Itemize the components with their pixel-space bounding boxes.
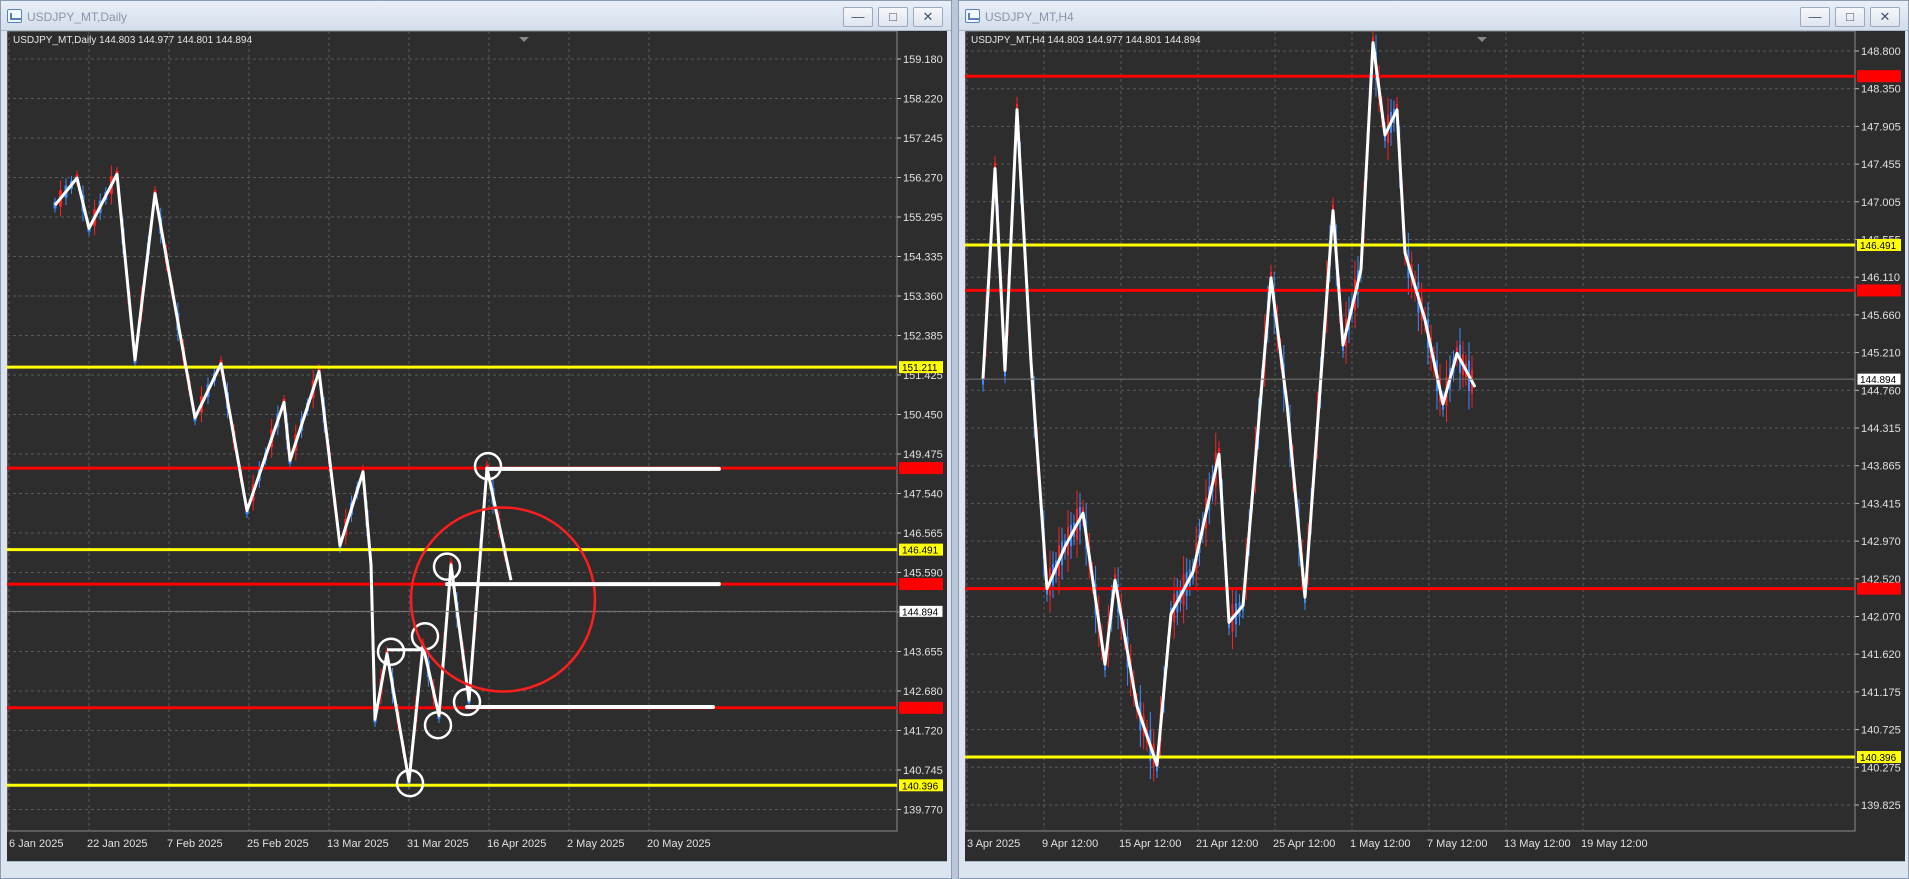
chart-window-h4[interactable]: USDJPY_MT,H4 — □ ✕ 148.800 148.350 147.905… [958, 0, 1909, 879]
price-tick-label: 147.455 [1861, 159, 1901, 171]
titlebar[interactable]: USDJPY_MT,Daily — □ ✕ [1, 1, 951, 31]
time-tick-label: 31 Mar 2025 [407, 838, 469, 850]
level-price-label: 146.491 [902, 546, 939, 557]
price-tick-label: 145.660 [1861, 310, 1901, 322]
time-tick-label: 20 May 2025 [647, 838, 711, 850]
price-tick-label: 143.415 [1861, 498, 1901, 510]
price-tick-label: 156.270 [903, 173, 943, 185]
time-tick-label: 13 Mar 2025 [327, 838, 389, 850]
time-tick-label: 21 Apr 12:00 [1196, 838, 1258, 850]
price-tick-label: 144.315 [1861, 423, 1901, 435]
price-tick-label: 145.590 [903, 568, 943, 580]
time-tick-label: 25 Feb 2025 [247, 838, 309, 850]
chart-canvas[interactable]: 148.800148.350147.905147.455147.005146.5… [965, 31, 1905, 861]
close-button[interactable]: ✕ [913, 7, 943, 27]
chart-canvas[interactable]: 159.180 158.220 157.245 156.270 155.295 154.3… [7, 31, 947, 861]
price-tick-label: 154.335 [903, 252, 943, 264]
symbol-info: USDJPY_MT,H4 144.803 144.977 144.801 144… [971, 35, 1201, 46]
window-title: USDJPY_MT,H4 [985, 10, 1074, 24]
time-tick-label: 25 Apr 12:00 [1273, 838, 1335, 850]
plot-area [965, 31, 1856, 832]
price-tick-label: 145.210 [1861, 348, 1901, 360]
time-tick-label: 7 May 12:00 [1427, 838, 1488, 850]
chart-scrollbar[interactable] [965, 861, 1905, 876]
current-price-label: 144.894 [902, 607, 939, 618]
level-price-label: 140.396 [902, 781, 939, 792]
level-price-label: 146.491 [1860, 241, 1897, 252]
price-tick-label: 142.970 [1861, 536, 1901, 548]
price-tick-label: 148.800 [1861, 46, 1901, 58]
chart-window-icon [965, 9, 980, 23]
time-tick-label: 2 May 2025 [567, 838, 624, 850]
minimize-button[interactable]: — [843, 7, 873, 27]
price-tick-label: 146.110 [1861, 272, 1900, 284]
plot-area [7, 31, 898, 832]
price-chart[interactable]: 159.180 158.220 157.245 156.270 155.295 154.3… [7, 31, 947, 861]
level-price-tag [1857, 284, 1901, 297]
price-tick-label: 141.175 [1861, 687, 1901, 699]
price-tick-label: 159.180 [903, 54, 943, 66]
price-tick-label: 148.350 [1861, 84, 1901, 96]
price-tick-label: 150.450 [903, 410, 943, 422]
price-tick-label: 152.385 [903, 331, 943, 343]
price-tick-label: 139.825 [1861, 800, 1901, 812]
price-tick-label: 143.865 [1861, 461, 1901, 473]
price-tick-label: 143.655 [903, 647, 943, 659]
time-tick-label: 13 May 12:00 [1504, 838, 1571, 850]
level-price-tag [899, 578, 943, 591]
close-button[interactable]: ✕ [1870, 7, 1900, 27]
time-tick-label: 6 Jan 2025 [9, 838, 63, 850]
level-price-tag [1857, 70, 1901, 83]
price-tick-label: 155.295 [903, 212, 943, 224]
level-price-tag [899, 462, 943, 475]
chart-scrollbar[interactable] [7, 861, 947, 876]
time-tick-label: 3 Apr 2025 [967, 838, 1020, 850]
price-tick-label: 157.245 [903, 133, 943, 145]
level-price-tag [1857, 582, 1901, 595]
price-tick-label: 149.475 [903, 449, 943, 461]
price-tick-label: 144.760 [1861, 385, 1901, 397]
price-tick-label: 142.680 [903, 686, 943, 698]
maximize-button[interactable]: □ [878, 7, 908, 27]
price-tick-label: 140.745 [903, 765, 943, 777]
time-tick-label: 9 Apr 12:00 [1042, 838, 1098, 850]
chart-window-icon [7, 9, 22, 23]
current-price-label: 144.894 [1860, 375, 1897, 386]
price-tick-label: 140.725 [1861, 725, 1901, 737]
price-tick-label: 140.275 [1861, 762, 1901, 774]
symbol-info: USDJPY_MT,Daily 144.803 144.977 144.801 … [13, 35, 253, 46]
price-tick-label: 141.720 [903, 726, 943, 738]
price-tick-label: 147.005 [1861, 197, 1901, 209]
price-tick-label: 153.360 [903, 291, 943, 303]
level-price-label: 140.396 [1860, 753, 1897, 764]
level-price-label: 151.211 [902, 363, 938, 374]
price-tick-label: 158.220 [903, 94, 943, 106]
time-tick-label: 16 Apr 2025 [487, 838, 546, 850]
time-tick-label: 7 Feb 2025 [167, 838, 223, 850]
minimize-button[interactable]: — [1800, 7, 1830, 27]
price-tick-label: 147.540 [903, 489, 943, 501]
price-tick-label: 147.905 [1861, 121, 1901, 133]
time-tick-label: 15 Apr 12:00 [1119, 838, 1181, 850]
time-tick-label: 22 Jan 2025 [87, 838, 148, 850]
price-tick-label: 141.620 [1861, 649, 1901, 661]
maximize-button[interactable]: □ [1835, 7, 1865, 27]
level-price-tag [899, 701, 943, 714]
chart-window-daily[interactable]: USDJPY_MT,Daily — □ ✕ 159.180 158.220 157.… [0, 0, 952, 879]
price-tick-label: 142.070 [1861, 612, 1901, 624]
price-tick-label: 139.770 [903, 805, 943, 817]
price-tick-label: 146.565 [903, 528, 943, 540]
time-tick-label: 1 May 12:00 [1350, 838, 1411, 850]
titlebar[interactable]: USDJPY_MT,H4 — □ ✕ [959, 1, 1908, 31]
time-tick-label: 19 May 12:00 [1581, 838, 1648, 850]
price-chart[interactable]: 148.800148.350147.905147.455147.005146.5… [965, 31, 1905, 861]
window-title: USDJPY_MT,Daily [27, 10, 128, 24]
